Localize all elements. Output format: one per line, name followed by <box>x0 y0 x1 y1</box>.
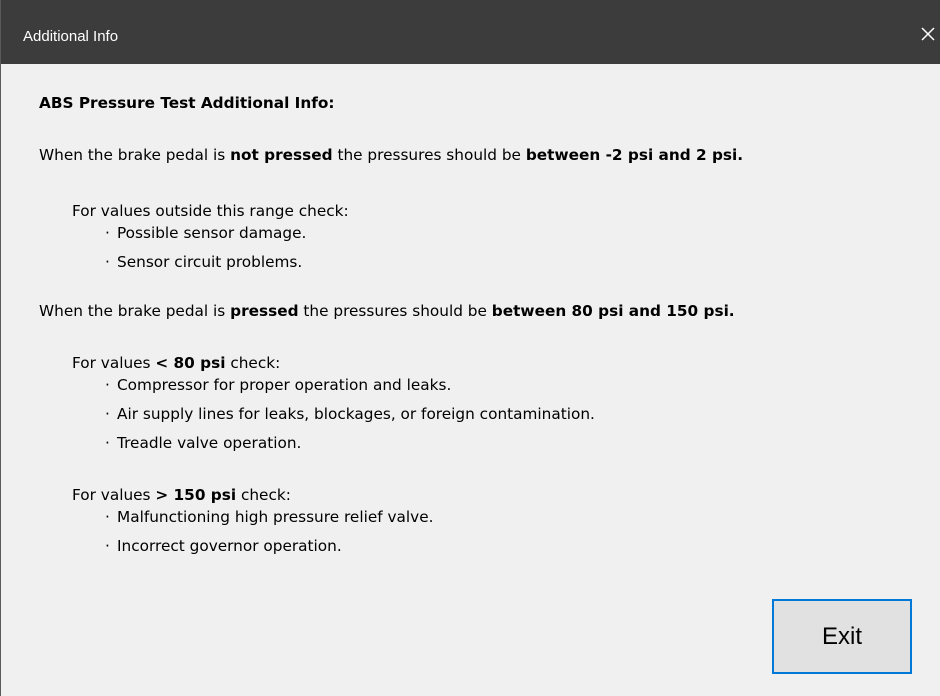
statement-bold: between -2 psi and 2 psi. <box>525 146 744 164</box>
statement-bold: not pressed <box>230 146 333 164</box>
list-item: · Malfunctioning high pressure relief val… <box>105 506 434 528</box>
list-item-text: Treadle valve operation. <box>117 434 302 452</box>
list-item: · Treadle valve operation. <box>105 432 301 454</box>
statement-bold: pressed <box>230 302 299 320</box>
dialog-window: Additional Info ABS Pressure Test Additi… <box>0 0 940 696</box>
check-bold: < 80 psi <box>155 354 226 372</box>
bullet-icon: · <box>105 537 110 555</box>
list-item: · Possible sensor damage. <box>105 222 306 244</box>
statement-text: When the brake pedal is <box>39 146 231 164</box>
check-text: For values <box>72 486 156 504</box>
list-item-text: Malfunctioning high pressure relief valv… <box>117 508 434 526</box>
window-title: Additional Info <box>23 28 119 45</box>
list-item-text: Air supply lines for leaks, blockages, o… <box>117 405 595 423</box>
high-pressure-check-label: For values > 150 psi check: <box>72 484 291 506</box>
bullet-icon: · <box>105 224 110 242</box>
close-icon[interactable] <box>916 22 940 46</box>
statement-text: the pressures should be <box>298 302 492 320</box>
check-bold: > 150 psi <box>155 486 237 504</box>
not-pressed-statement: When the brake pedal is not pressed the … <box>39 144 743 166</box>
pressed-statement: When the brake pedal is pressed the pres… <box>39 300 735 322</box>
list-item: · Sensor circuit problems. <box>105 251 302 273</box>
list-item: · Incorrect governor operation. <box>105 535 342 557</box>
not-pressed-check-label: For values outside this range check: <box>72 202 349 220</box>
bullet-icon: · <box>105 405 110 423</box>
list-item: · Compressor for proper operation and lea… <box>105 374 451 396</box>
list-item: · Air supply lines for leaks, blockages, … <box>105 403 595 425</box>
list-item-text: Incorrect governor operation. <box>117 537 342 555</box>
statement-text: the pressures should be <box>332 146 526 164</box>
check-text: For values <box>72 354 156 372</box>
exit-button[interactable]: Exit <box>772 599 912 674</box>
list-item-text: Sensor circuit problems. <box>117 253 303 271</box>
statement-bold: between 80 psi and 150 psi. <box>491 302 735 320</box>
bullet-icon: · <box>105 434 110 452</box>
check-text: check: <box>225 354 281 372</box>
low-pressure-check-label: For values < 80 psi check: <box>72 352 280 374</box>
check-text: check: <box>236 486 291 504</box>
bullet-icon: · <box>105 376 110 394</box>
info-heading: ABS Pressure Test Additional Info: <box>39 94 335 112</box>
bullet-icon: · <box>105 508 110 526</box>
title-bar[interactable]: Additional Info <box>1 0 940 64</box>
bullet-icon: · <box>105 253 110 271</box>
list-item-text: Possible sensor damage. <box>117 224 307 242</box>
list-item-text: Compressor for proper operation and leak… <box>117 376 452 394</box>
statement-text: When the brake pedal is <box>39 302 231 320</box>
